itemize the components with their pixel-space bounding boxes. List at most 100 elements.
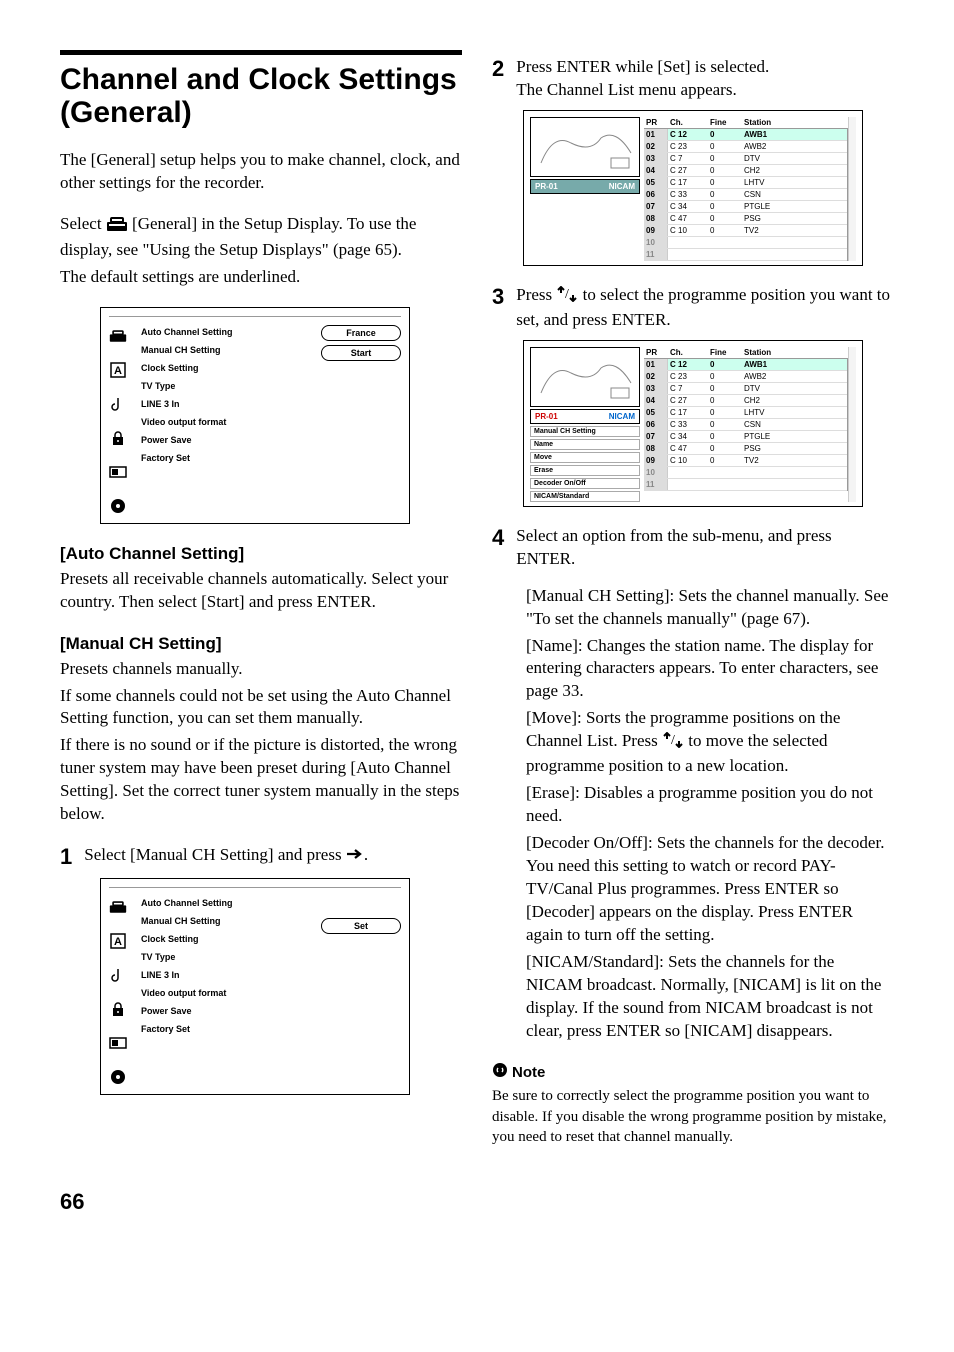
table-header: PR Ch. Fine Station [644, 347, 848, 359]
page-number: 66 [60, 1189, 894, 1215]
step-number: 4 [492, 527, 504, 549]
screen-icon [109, 1034, 127, 1052]
table-row: 08C 470PSG [644, 213, 847, 225]
note-body: Be sure to correctly select the programm… [492, 1086, 894, 1147]
menu-item: LINE 3 In [141, 966, 321, 984]
menu-item: Auto Channel Setting [141, 894, 321, 912]
intro-paragraph: The [General] setup helps you to make ch… [60, 149, 462, 195]
note-icon [492, 1062, 508, 1082]
table-row: 02C 230AWB2 [644, 141, 847, 153]
note-icon [109, 966, 127, 984]
option-move: [Move]: Sorts the programme positions on… [526, 707, 894, 778]
table-row: 04C 270CH2 [644, 395, 847, 407]
manual-p2: If some channels could not be set using … [60, 685, 462, 731]
step-4: Select an option from the sub-menu, and … [516, 525, 894, 571]
table-row: 06C 330CSN [644, 419, 847, 431]
submenu-item: Erase [530, 465, 640, 476]
preview-thumb [530, 347, 640, 407]
svg-text:/: / [671, 733, 675, 748]
table-row: 07C 340PTGLE [644, 201, 847, 213]
step-1: Select [Manual CH Setting] and press . [84, 844, 462, 867]
table-row: 10 [644, 237, 847, 249]
svg-text:A: A [114, 365, 122, 377]
svg-text:A: A [114, 936, 122, 948]
page-title: Channel and Clock Settings (General) [60, 63, 462, 129]
table-row: 11 [644, 249, 847, 261]
right-arrow-icon [346, 844, 364, 867]
preview-thumb [530, 117, 640, 177]
note-icon [109, 395, 127, 413]
step-number: 3 [492, 286, 504, 308]
set-button: Set [321, 918, 401, 934]
option-erase: [Erase]: Disables a programme position y… [526, 782, 894, 828]
menu-item: Video output format [141, 413, 321, 431]
subheading-auto: [Auto Channel Setting] [60, 544, 462, 564]
submenu-item: Manual CH Setting [530, 426, 640, 437]
menu-item: Auto Channel Setting [141, 323, 321, 341]
submenu-item: Name [530, 439, 640, 450]
channel-list-1: PR-01NICAM PR Ch. Fine Station 01C 120AW… [523, 110, 863, 266]
menu-item: Clock Setting [141, 359, 321, 377]
toolbox-icon [109, 898, 127, 916]
table-row: 05C 170LHTV [644, 407, 847, 419]
pr-label: PR-01NICAM [530, 409, 640, 424]
table-row: 08C 470PSG [644, 443, 847, 455]
menu-item: Video output format [141, 984, 321, 1002]
table-row: 07C 340PTGLE [644, 431, 847, 443]
setup-menu-1: A Auto Channel Setting Manual CH Setting… [100, 307, 410, 524]
menu-item: LINE 3 In [141, 395, 321, 413]
manual-p1: Presets channels manually. [60, 658, 462, 681]
subheading-manual: [Manual CH Setting] [60, 634, 462, 654]
table-row: 09C 100TV2 [644, 225, 847, 237]
menu-item: Manual CH Setting [141, 341, 321, 359]
lock-icon [109, 1000, 127, 1018]
menu-item: TV Type [141, 948, 321, 966]
step-2: Press ENTER while [Set] is selected. The… [516, 56, 894, 102]
manual-p3: If there is no sound or if the picture i… [60, 734, 462, 826]
table-row: 09C 100TV2 [644, 455, 847, 467]
menu-item: Clock Setting [141, 930, 321, 948]
step-number: 2 [492, 58, 504, 80]
submenu-item: Move [530, 452, 640, 463]
menu-item: Factory Set [141, 1020, 321, 1038]
menu-item: Power Save [141, 1002, 321, 1020]
channel-list-2: PR-01NICAM Manual CH Setting Name Move E… [523, 340, 863, 507]
option-manual: [Manual CH Setting]: Sets the channel ma… [526, 585, 894, 631]
option-decoder: [Decoder On/Off]: Sets the channels for … [526, 832, 894, 947]
disc-icon [109, 1068, 127, 1086]
note-heading: Note [492, 1062, 894, 1082]
menu-item: TV Type [141, 377, 321, 395]
lock-icon [109, 429, 127, 447]
table-row: 03C 70DTV [644, 383, 847, 395]
toolbox-icon [109, 327, 127, 345]
submenu-item: NICAM/Standard [530, 491, 640, 502]
table-row: 01C 120AWB1 [644, 359, 847, 371]
table-row: 03C 70DTV [644, 153, 847, 165]
auto-body: Presets all receivable channels automati… [60, 568, 462, 614]
option-name: [Name]: Changes the station name. The di… [526, 635, 894, 704]
intro-paragraph-3: The default settings are underlined. [60, 266, 462, 289]
screen-icon [109, 463, 127, 481]
menu-item: Power Save [141, 431, 321, 449]
title-rule [60, 50, 462, 55]
menu-item: Manual CH Setting [141, 912, 321, 930]
table-header: PR Ch. Fine Station [644, 117, 848, 129]
up-down-arrow-icon: / [662, 732, 684, 755]
table-row: 11 [644, 479, 847, 491]
option-nicam: [NICAM/Standard]: Sets the channels for … [526, 951, 894, 1043]
setup-menu-2: A Auto Channel Setting Manual CH Setting… [100, 878, 410, 1095]
table-row: 02C 230AWB2 [644, 371, 847, 383]
scrollbar [848, 347, 856, 502]
table-row: 01C 120AWB1 [644, 129, 847, 141]
language-icon: A [109, 932, 127, 950]
intro-paragraph-2: Select [General] in the Setup Display. T… [60, 213, 462, 262]
svg-text:/: / [565, 287, 569, 302]
table-row: 04C 270CH2 [644, 165, 847, 177]
country-button: France [321, 325, 401, 341]
pr-label: PR-01NICAM [530, 179, 640, 194]
step-number: 1 [60, 846, 72, 868]
language-icon: A [109, 361, 127, 379]
table-row: 06C 330CSN [644, 189, 847, 201]
table-row: 05C 170LHTV [644, 177, 847, 189]
step-3: Press / to select the programme position… [516, 284, 894, 332]
